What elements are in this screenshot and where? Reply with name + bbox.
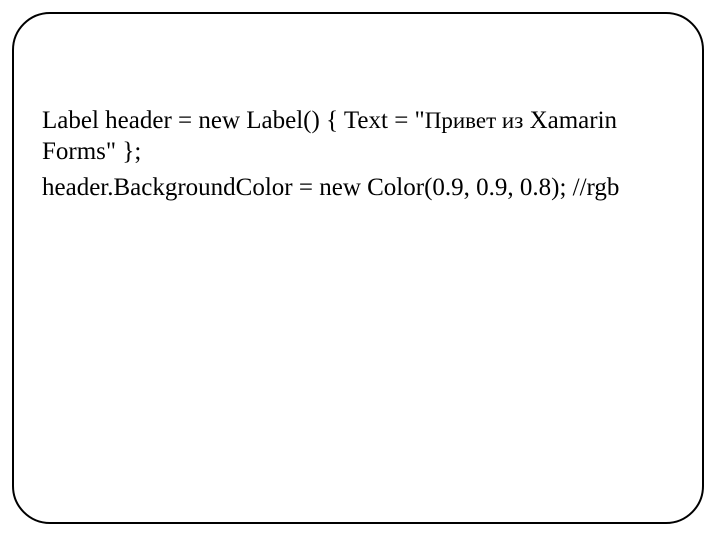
code-text: Label header = new Label() { Text = " (42, 107, 425, 134)
code-line-2: header.BackgroundColor = new Color(0.9, … (42, 173, 666, 204)
code-text-cyrillic: Привет из (425, 108, 524, 133)
code-text: header.BackgroundColor = new Color(0.9, … (42, 174, 619, 201)
code-line-1: Label header = new Label() { Text = "При… (42, 106, 666, 167)
slide-frame: Label header = new Label() { Text = "При… (12, 12, 704, 524)
